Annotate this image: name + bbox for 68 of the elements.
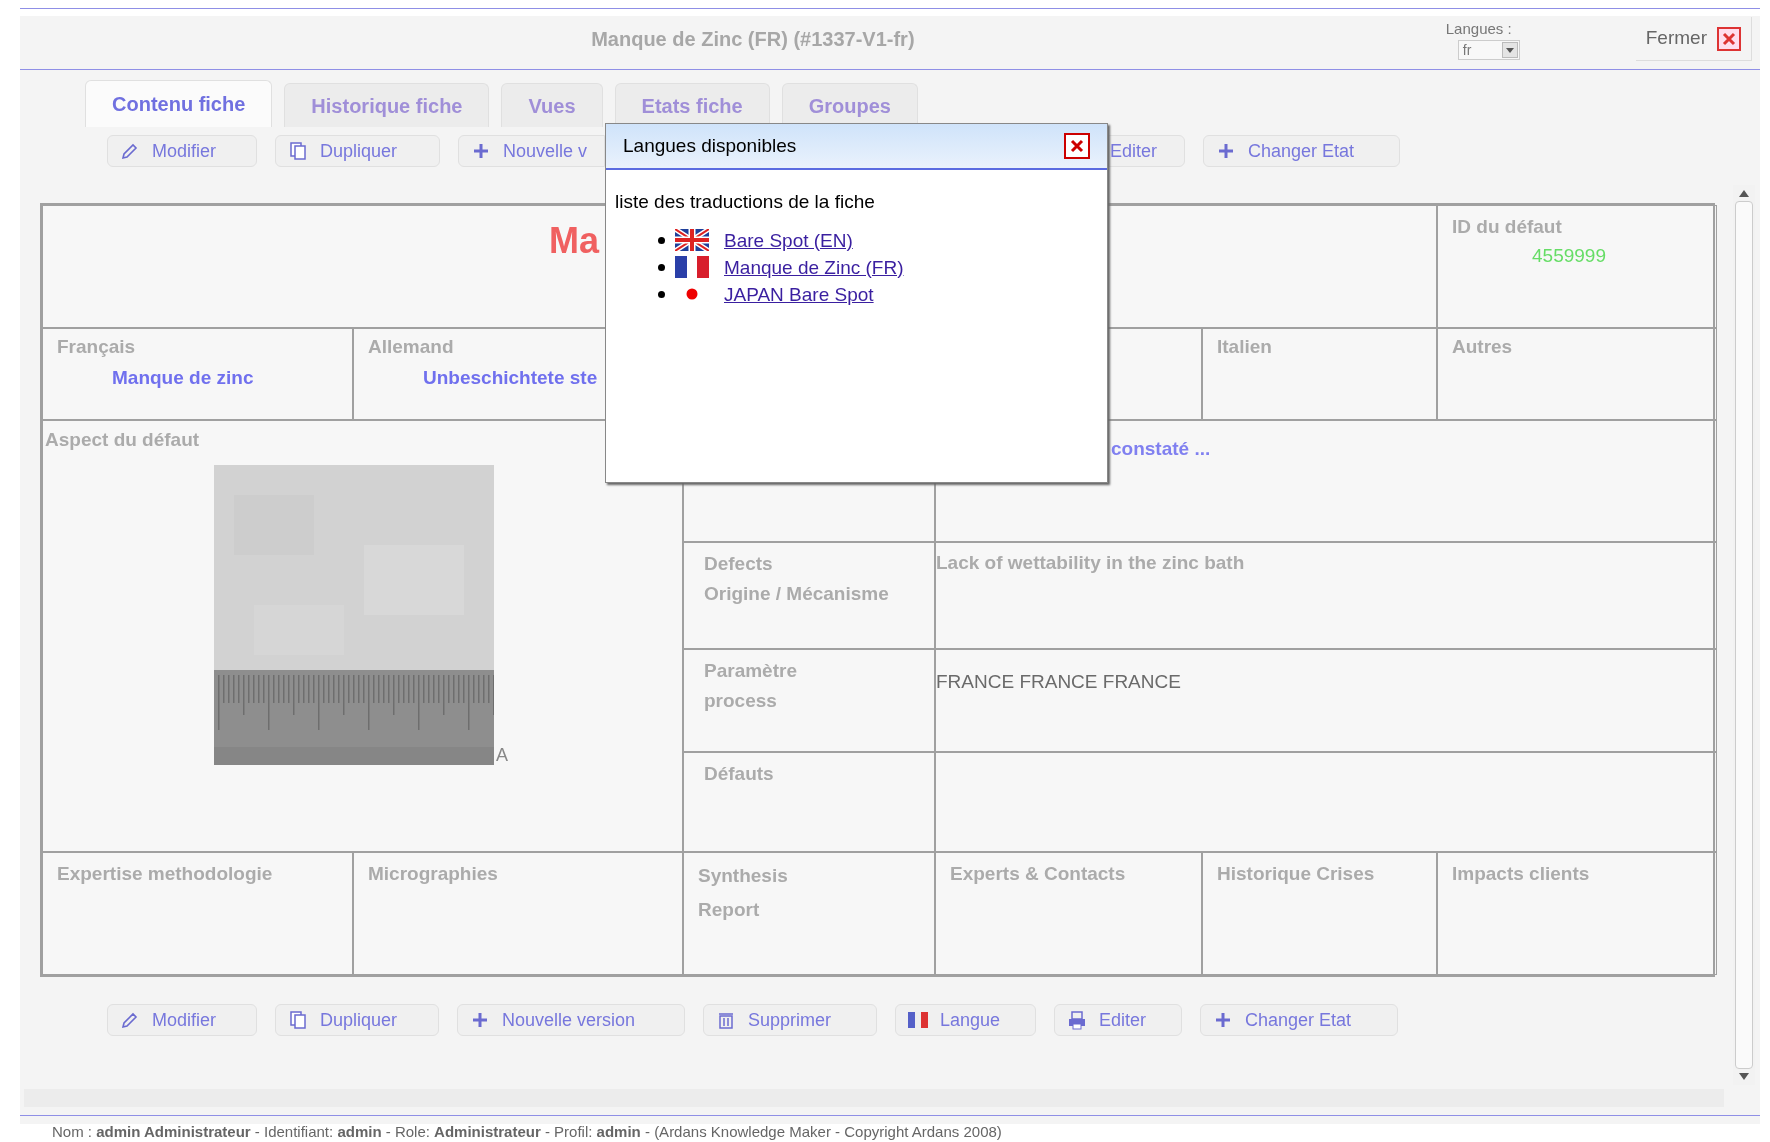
toolbar-button[interactable]: Supprimer — [703, 1004, 877, 1036]
section-label: Expertise methodologie — [57, 863, 273, 884]
flag-icon — [908, 1010, 928, 1030]
defect-id: 4559999 — [1532, 244, 1607, 268]
bullet-icon — [658, 263, 665, 271]
field-label: Defects Origine / Mécanisme — [704, 553, 889, 604]
popup-title: Langues disponibles — [623, 133, 798, 158]
field-label: ID du défaut — [1452, 215, 1563, 239]
pencil-icon — [120, 1010, 140, 1030]
translation-link[interactable]: JAPAN Bare Spot — [724, 282, 874, 306]
field-label: Défauts — [704, 763, 774, 784]
bullet-icon — [658, 236, 665, 244]
toolbar-button[interactable]: Modifier — [107, 1004, 257, 1036]
popup-intro: liste des traductions de la fiche — [615, 190, 876, 214]
dropdown-icon — [1501, 42, 1518, 59]
tab[interactable]: Vues — [501, 83, 603, 127]
field-label: Autres — [1452, 335, 1514, 359]
sheet-title: Ma — [549, 219, 599, 263]
window-title: Manque de Zinc (FR) (#1337-V1-fr) — [591, 27, 915, 52]
toolbar-button[interactable]: Langue — [895, 1004, 1036, 1036]
toolbar-button[interactable]: Nouvelle version — [457, 1004, 685, 1036]
trash-icon — [716, 1010, 736, 1030]
close-icon — [1717, 26, 1741, 51]
tab[interactable]: Historique fiche — [284, 83, 490, 127]
toolbar-button[interactable]: Changer Etat — [1200, 1004, 1398, 1036]
field-label: Allemand — [368, 335, 455, 359]
languages-label: Langues : — [1445, 18, 1512, 39]
flag-icon — [675, 256, 709, 278]
section-label: Historique Crises — [1217, 863, 1375, 884]
tab[interactable]: Contenu fiche — [85, 80, 273, 127]
toolbar-button[interactable]: Dupliquer — [275, 135, 440, 167]
section-label: Experts & Contacts — [950, 863, 1126, 884]
scroll-down-icon[interactable] — [1739, 1073, 1749, 1081]
copy-icon — [288, 141, 308, 161]
field-value: Unbeschichtete ste — [423, 366, 599, 390]
close-icon[interactable] — [1064, 133, 1090, 159]
image-caption: A — [496, 744, 508, 767]
field-label: Italien — [1217, 335, 1273, 359]
field-label: Paramètre process — [704, 660, 797, 711]
copy-icon — [288, 1010, 308, 1030]
field-label: Aspect du défaut — [45, 428, 201, 452]
scroll-up-icon[interactable] — [1739, 189, 1749, 197]
section-label: Synthesis Report — [698, 865, 788, 920]
toolbar-button[interactable]: Editer — [1054, 1004, 1182, 1036]
toolbar-button[interactable]: Changer Etat — [1203, 135, 1400, 167]
translation-link[interactable]: Bare Spot (EN) — [724, 228, 853, 252]
plus-icon — [470, 1010, 490, 1030]
translation-link[interactable]: Manque de Zinc (FR) — [724, 255, 904, 279]
toolbar-button[interactable]: Nouvelle v — [458, 135, 605, 167]
toolbar-button[interactable]: Modifier — [107, 135, 257, 167]
flag-icon — [675, 229, 709, 251]
field-value: Manque de zinc — [112, 366, 255, 390]
section-label: Impacts clients — [1452, 863, 1590, 884]
close-button[interactable]: Fermer — [1635, 17, 1752, 61]
field-value: Lack of wettability in the zinc bath — [936, 552, 1245, 573]
plus-icon — [1213, 1010, 1233, 1030]
field-label: Français — [57, 335, 137, 359]
plus-icon — [1216, 141, 1236, 161]
toolbar-button[interactable]: Dupliquer — [275, 1004, 439, 1036]
plus-icon — [471, 141, 491, 161]
toolbar-button[interactable]: Editer — [1108, 135, 1185, 167]
section-label: Micrographies — [368, 863, 498, 884]
bullet-icon — [658, 290, 665, 298]
pencil-icon — [120, 141, 140, 161]
language-select[interactable]: fr — [1457, 40, 1520, 61]
printer-icon — [1067, 1010, 1087, 1030]
field-value: FRANCE FRANCE FRANCE — [936, 671, 1181, 692]
user-info-footer: Nom : admin Administrateur - Identifiant: admin - Role: Administrateur - Profil: admin - (Ardans Knowledge Maker - Copyright Ardans 2008) — [52, 1121, 1770, 1142]
